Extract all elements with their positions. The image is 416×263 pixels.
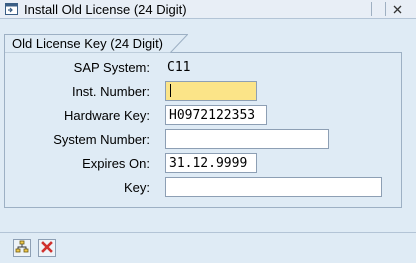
window-icon xyxy=(5,3,18,15)
inst-number-field[interactable] xyxy=(165,81,257,101)
group-title: Old License Key (24 Digit) xyxy=(12,36,164,51)
cancel-icon xyxy=(41,240,53,256)
window-title: Install Old License (24 Digit) xyxy=(24,2,187,17)
inst-number-label: Inst. Number: xyxy=(71,84,150,99)
system-number-field[interactable] xyxy=(165,129,329,149)
cancel-button[interactable] xyxy=(38,239,56,257)
expires-on-label: Expires On: xyxy=(82,156,150,171)
title-separator xyxy=(385,2,386,16)
expires-on-field[interactable]: 31.12.9999 xyxy=(165,153,257,173)
sap-system-label: SAP System: xyxy=(73,60,150,75)
close-icon[interactable] xyxy=(391,3,404,15)
system-number-label: System Number: xyxy=(53,132,150,147)
title-separator xyxy=(371,2,372,16)
text-cursor xyxy=(170,84,171,97)
title-bar: Install Old License (24 Digit) xyxy=(0,0,416,19)
hardware-key-field[interactable]: H0972122353 xyxy=(165,105,267,125)
footer-separator xyxy=(0,232,416,233)
key-field[interactable] xyxy=(165,177,382,197)
hardware-key-label: Hardware Key: xyxy=(64,108,150,123)
hierarchy-icon xyxy=(15,240,29,257)
execute-button[interactable] xyxy=(13,239,31,257)
key-label: Key: xyxy=(123,180,150,195)
sap-system-value: C11 xyxy=(165,57,199,77)
